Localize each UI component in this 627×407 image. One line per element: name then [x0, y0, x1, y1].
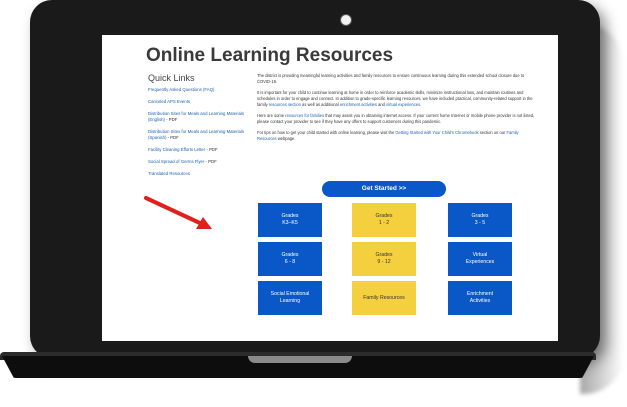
tile-label: Grades K3–K5 [281, 213, 299, 226]
text-run: . [420, 102, 422, 107]
resources-for-families-link[interactable]: resources for families [285, 113, 324, 118]
tile-label: Social Emotional Learning [270, 291, 310, 304]
quick-link-faq[interactable]: Frequently Asked Questions (FAQ) [148, 87, 244, 93]
quick-links-heading: Quick Links [148, 73, 195, 83]
quick-link-label[interactable]: Translated Resources [148, 171, 190, 176]
tile-label: Virtual Experiences [465, 252, 495, 265]
intro-paragraph-4: For tips on how to get your child starte… [257, 130, 537, 142]
quick-link-label[interactable]: Distribution Sites for Meals and Learnin… [148, 129, 244, 140]
text-run: webpage. [276, 136, 296, 141]
tile-grades-6-8[interactable]: Grades 6 - 8 [258, 242, 322, 276]
text-run: Here are some [257, 113, 286, 118]
tile-label: Grades 1 - 2 [375, 213, 393, 226]
tile-label: Grades 3 - 5 [471, 213, 489, 226]
virtual-experiences-link[interactable]: virtual experiences [386, 102, 420, 107]
quick-link-translated[interactable]: Translated Resources [148, 171, 244, 177]
text-run: as well as additional [300, 102, 340, 107]
enrichment-activities-link[interactable]: enrichment activities [340, 102, 377, 107]
quick-link-distribution-spanish[interactable]: Distribution Sites for Meals and Learnin… [148, 129, 244, 141]
resources-section-link[interactable]: resources section [269, 102, 301, 107]
tile-grades-3-5[interactable]: Grades 3 - 5 [448, 203, 512, 237]
tile-label: Family Resources [363, 294, 405, 301]
quick-link-suffix: - PDF [166, 135, 179, 140]
tile-virtual-experiences[interactable]: Virtual Experiences [448, 242, 512, 276]
quick-link-label[interactable]: Facility Cleaning Efforts Letter [148, 147, 205, 152]
text-run: section on our [478, 130, 507, 135]
intro-paragraph-3: Here are some resources for families tha… [257, 113, 537, 125]
tile-grades-1-2[interactable]: Grades 1 - 2 [352, 203, 416, 237]
quick-link-suffix: - PDF [164, 117, 178, 122]
text-run: and [376, 102, 387, 107]
text-run: For tips on how to get your child starte… [257, 130, 396, 135]
quick-link-germs-flyer[interactable]: Social Spread of Germs Flyer - PDF [148, 159, 244, 165]
quick-link-canceled-events[interactable]: Canceled APS Events [148, 99, 244, 105]
intro-paragraph-1: The district is providing meaningful lea… [257, 73, 525, 84]
quick-link-suffix: - PDF [204, 159, 217, 164]
get-started-button[interactable]: Get Started >> [322, 181, 446, 197]
tile-family-resources[interactable]: Family Resources [352, 281, 416, 315]
tile-label: Grades 9 - 12 [375, 252, 393, 265]
intro-paragraph-2: It is important for your child to contin… [257, 90, 537, 108]
camera-icon [340, 14, 352, 26]
laptop-notch [248, 356, 352, 363]
quick-link-cleaning-letter[interactable]: Facility Cleaning Efforts Letter - PDF [148, 147, 244, 153]
tile-label: Grades 6 - 8 [281, 252, 299, 265]
tile-social-emotional-learning[interactable]: Social Emotional Learning [258, 281, 322, 315]
laptop-lid: Online Learning Resources Quick Links Fr… [30, 0, 600, 358]
quick-links-list: Frequently Asked Questions (FAQ) Cancele… [148, 87, 244, 183]
quick-link-suffix: - PDF [205, 147, 218, 152]
quick-link-distribution-english[interactable]: Distribution Sites for Meals and Learnin… [148, 111, 244, 123]
page-title: Online Learning Resources [146, 45, 394, 66]
laptop-screen: Online Learning Resources Quick Links Fr… [102, 35, 558, 341]
getting-started-link[interactable]: Getting Started with Your Child's Chrome… [395, 130, 478, 135]
quick-link-label[interactable]: Frequently Asked Questions (FAQ) [148, 87, 214, 92]
intro-text: The district is providing meaningful lea… [257, 73, 537, 147]
tile-grades-9-12[interactable]: Grades 9 - 12 [352, 242, 416, 276]
laptop-illustration: Online Learning Resources Quick Links Fr… [0, 0, 627, 407]
quick-link-label[interactable]: Social Spread of Germs Flyer [148, 159, 204, 164]
quick-link-label[interactable]: Canceled APS Events [148, 99, 190, 104]
tile-label: Enrichment Activities [466, 291, 494, 304]
tile-enrichment-activities[interactable]: Enrichment Activities [448, 281, 512, 315]
tile-grades-k3-k5[interactable]: Grades K3–K5 [258, 203, 322, 237]
quick-link-label[interactable]: Distribution Sites for Meals and Learnin… [148, 111, 244, 122]
